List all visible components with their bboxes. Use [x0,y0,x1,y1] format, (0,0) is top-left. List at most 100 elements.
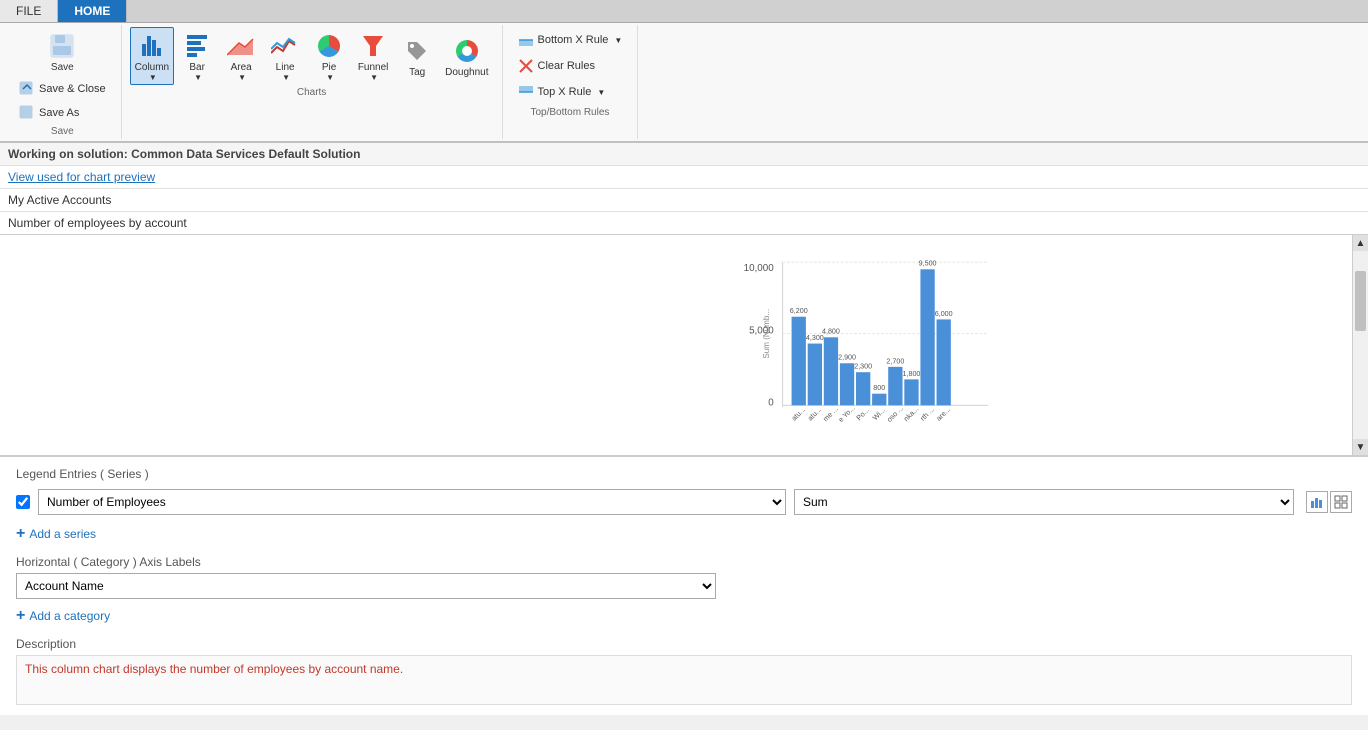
svg-text:are...: are... [935,406,952,423]
tab-file[interactable]: FILE [0,0,58,22]
line-chart-button[interactable]: Line ▼ [264,27,306,85]
funnel-chart-button[interactable]: Funnel ▼ [352,27,394,85]
column-chart-button[interactable]: Column ▼ [130,27,174,85]
bottom-x-rule-icon [518,32,534,48]
area-dropdown-arrow: ▼ [238,73,246,82]
tag-chart-button[interactable]: Tag [396,32,438,81]
bar-label: Bar [189,62,205,73]
svg-text:800: 800 [873,384,885,392]
bottom-x-rule-label: Bottom X Rule [538,34,609,46]
funnel-chart-icon [357,30,389,62]
save-close-button[interactable]: Save & Close [12,78,113,100]
description-text: This column chart displays the number of… [16,655,1352,705]
clear-rules-icon [518,58,534,74]
save-as-icon [19,105,35,121]
top-bottom-section-label: Top/Bottom Rules [530,107,609,118]
vertical-scrollbar[interactable]: ▲ ▼ [1352,235,1368,455]
doughnut-chart-button[interactable]: Doughnut [440,32,493,81]
top-bottom-section: Bottom X Rule ▼ Clear Rules Top X Rule ▼… [503,25,639,139]
top-x-rule-arrow: ▼ [597,88,605,97]
funnel-label: Funnel [358,62,389,73]
working-on-bar: Working on solution: Common Data Service… [0,143,1368,166]
scroll-up-arrow[interactable]: ▲ [1353,235,1368,251]
svg-text:10,000: 10,000 [744,263,775,274]
tab-bar: FILE HOME [0,0,1368,23]
clear-rules-label: Clear Rules [538,60,595,72]
chart-canvas: 10,000 5,000 0 Sum (Numb... 6,200 atu... [0,235,1352,455]
save-button[interactable]: Save [40,27,84,76]
svg-text:6,200: 6,200 [790,307,808,315]
series-grid-icon-button[interactable] [1330,491,1352,513]
top-x-rule-button[interactable]: Top X Rule ▼ [511,81,630,103]
series-field-dropdown[interactable]: Number of Employees [38,489,786,515]
top-x-rule-icon [518,84,534,100]
add-category-label: Add a category [29,609,110,623]
save-icon [46,30,78,62]
view-used-link[interactable]: View used for chart preview [0,166,1368,189]
charts-section-label: Charts [297,87,326,98]
add-category-plus: + [16,607,25,625]
bottom-x-rule-arrow: ▼ [614,36,622,45]
description-label: Description [16,637,1352,651]
svg-text:e Yo...: e Yo... [837,404,857,424]
svg-text:Wi...: Wi... [871,406,887,422]
line-chart-icon [269,30,301,62]
add-series-button[interactable]: + Add a series [16,521,1352,547]
area-chart-icon [225,30,257,62]
save-label: Save [51,62,74,73]
horizontal-axis-label: Horizontal ( Category ) Axis Labels [16,555,1352,569]
tab-home[interactable]: HOME [58,0,127,22]
series-checkbox[interactable] [16,495,30,509]
add-series-plus: + [16,525,25,543]
clear-rules-button[interactable]: Clear Rules [511,55,630,77]
scroll-thumb[interactable] [1355,271,1366,331]
legend-title: Legend Entries ( Series ) [16,467,1352,481]
bottom-x-rule-button[interactable]: Bottom X Rule ▼ [511,29,630,51]
series-row: Number of Employees Sum [16,489,1352,515]
area-label: Area [231,62,252,73]
doughnut-label: Doughnut [445,67,488,78]
svg-text:4,300: 4,300 [806,334,824,342]
workspace: Working on solution: Common Data Service… [0,143,1368,715]
svg-text:9,500: 9,500 [919,260,937,268]
save-as-label: Save As [39,107,79,119]
bottom-panel: Legend Entries ( Series ) Number of Empl… [0,455,1368,715]
category-dropdown[interactable]: Account Name [16,573,716,599]
svg-text:2,900: 2,900 [838,354,856,362]
save-close-label: Save & Close [39,83,106,95]
svg-text:nka...: nka... [902,405,920,423]
save-section-label: Save [51,126,74,137]
svg-text:0: 0 [768,397,774,408]
top-x-rule-label: Top X Rule [538,86,592,98]
pie-chart-button[interactable]: Pie ▼ [308,27,350,85]
svg-text:Sum (Numb...: Sum (Numb... [762,309,771,359]
active-view: My Active Accounts [0,189,1368,212]
tag-chart-icon [401,35,433,67]
aggregation-dropdown[interactable]: Sum [794,489,1294,515]
pie-chart-icon [313,30,345,62]
svg-text:6,000: 6,000 [935,310,953,318]
bar-chart-button[interactable]: Bar ▼ [176,27,218,85]
scroll-down-arrow[interactable]: ▼ [1353,439,1368,455]
series-bar-icon-button[interactable] [1306,491,1328,513]
svg-text:me ...: me ... [822,405,840,423]
svg-text:atu...: atu... [806,406,823,423]
series-icon-buttons [1306,491,1352,513]
column-label: Column [135,62,169,73]
save-as-button[interactable]: Save As [12,102,113,124]
add-category-button[interactable]: + Add a category [16,603,1352,629]
chart-title: Number of employees by account [0,212,1368,235]
bar-dropdown-arrow: ▼ [194,73,202,82]
save-buttons: Save [40,27,84,76]
pie-label: Pie [322,62,336,73]
doughnut-chart-icon [451,35,483,67]
column-dropdown-arrow: ▼ [149,73,157,82]
area-chart-button[interactable]: Area ▼ [220,27,262,85]
tag-label: Tag [409,67,425,78]
svg-text:Po...: Po... [855,406,871,422]
svg-text:2,300: 2,300 [854,363,872,371]
ribbon: Save Save & Close Save As Save [0,23,1368,143]
svg-text:atu...: atu... [790,406,807,423]
save-close-icon [19,81,35,97]
chart-buttons-row: Column ▼ Bar ▼ [130,27,494,85]
